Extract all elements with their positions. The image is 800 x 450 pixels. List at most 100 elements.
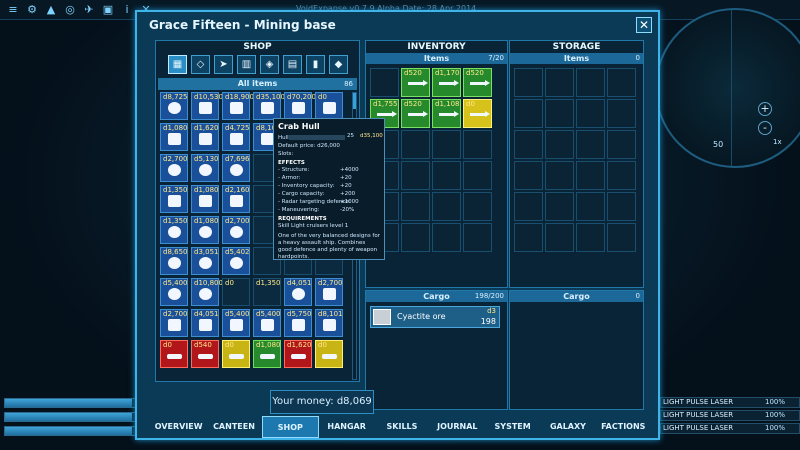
radar-zoom-out-button[interactable]: - bbox=[758, 121, 772, 135]
storage-slot[interactable] bbox=[607, 223, 636, 252]
shop-item[interactable]: d5,400 bbox=[253, 309, 281, 337]
info-icon[interactable]: i bbox=[120, 3, 134, 17]
shop-item[interactable]: d0 bbox=[160, 340, 188, 368]
radar-zoom-in-button[interactable]: + bbox=[758, 102, 772, 116]
shop-item[interactable]: d1,620 bbox=[284, 340, 312, 368]
tab-system[interactable]: SYSTEM bbox=[485, 416, 540, 438]
shop-item[interactable]: d8,650 bbox=[160, 247, 188, 275]
shop-item[interactable]: d2,700 bbox=[315, 278, 343, 306]
shop-item[interactable]: d5,400 bbox=[222, 309, 250, 337]
shield-icon[interactable]: ◈ bbox=[260, 55, 279, 74]
inventory-slot[interactable] bbox=[432, 223, 461, 252]
shop-item[interactable]: d5,130 bbox=[191, 154, 219, 182]
ammo-icon[interactable]: ▮ bbox=[306, 55, 325, 74]
shop-item[interactable]: d3,051 bbox=[191, 247, 219, 275]
tab-skills[interactable]: SKILLS bbox=[374, 416, 429, 438]
inventory-slot[interactable]: d0 bbox=[463, 99, 492, 128]
inventory-slot[interactable]: d520 bbox=[463, 68, 492, 97]
inventory-slot[interactable] bbox=[432, 161, 461, 190]
shop-scrollbar-thumb[interactable] bbox=[353, 93, 356, 109]
shop-item[interactable]: d0 bbox=[315, 92, 343, 120]
storage-slot[interactable] bbox=[607, 192, 636, 221]
shop-item[interactable]: d10,800 bbox=[191, 278, 223, 306]
storage-slot[interactable] bbox=[607, 161, 636, 190]
target-icon[interactable]: ◎ bbox=[63, 3, 77, 17]
shop-item[interactable]: d5,750 bbox=[284, 309, 312, 337]
storage-slot[interactable] bbox=[545, 68, 574, 97]
shop-item[interactable]: d5,402 bbox=[222, 247, 250, 275]
tab-shop[interactable]: SHOP bbox=[261, 416, 319, 438]
storage-slot[interactable] bbox=[607, 68, 636, 97]
tab-overview[interactable]: OVERVIEW bbox=[151, 416, 206, 438]
storage-slot[interactable] bbox=[576, 161, 605, 190]
storage-slot[interactable] bbox=[514, 192, 543, 221]
misc-icon[interactable]: ◆ bbox=[329, 55, 348, 74]
inventory-slot[interactable] bbox=[370, 68, 399, 97]
storage-slot[interactable] bbox=[576, 130, 605, 159]
storage-slot[interactable] bbox=[514, 223, 543, 252]
inventory-slot[interactable] bbox=[463, 161, 492, 190]
storage-slot[interactable] bbox=[607, 130, 636, 159]
grid-icon[interactable]: ▦ bbox=[168, 55, 187, 74]
storage-slot[interactable] bbox=[607, 99, 636, 128]
inventory-slot[interactable] bbox=[432, 192, 461, 221]
map-icon[interactable]: ▲ bbox=[44, 3, 58, 17]
shop-item[interactable]: d1,350 bbox=[253, 278, 281, 306]
shop-item[interactable]: d18,900 bbox=[222, 92, 254, 120]
inventory-slot[interactable] bbox=[401, 223, 430, 252]
shop-item[interactable]: d0 bbox=[315, 340, 343, 368]
shop-item[interactable]: d2,700 bbox=[160, 309, 188, 337]
settings-icon[interactable]: ⚙ bbox=[25, 3, 39, 17]
shop-item[interactable]: d4,051 bbox=[284, 278, 312, 306]
weapon-slot[interactable]: LIGHT PULSE LASER 100% bbox=[660, 397, 800, 408]
inventory-slot[interactable]: d520 bbox=[401, 68, 430, 97]
inventory-slot[interactable] bbox=[401, 161, 430, 190]
storage-slot[interactable] bbox=[514, 130, 543, 159]
shop-item[interactable]: d540 bbox=[191, 340, 219, 368]
shop-item[interactable]: d1,350 bbox=[160, 216, 188, 244]
storage-slot[interactable] bbox=[545, 130, 574, 159]
storage-slot[interactable] bbox=[514, 68, 543, 97]
tab-canteen[interactable]: CANTEEN bbox=[206, 416, 261, 438]
storage-slot[interactable] bbox=[576, 192, 605, 221]
shop-item[interactable]: d1,080 bbox=[160, 123, 188, 151]
tab-journal[interactable]: JOURNAL bbox=[430, 416, 485, 438]
storage-slot[interactable] bbox=[545, 192, 574, 221]
weapon-slot[interactable]: LIGHT PULSE LASER 100% bbox=[660, 423, 800, 434]
inventory-slot[interactable]: d520 bbox=[401, 99, 430, 128]
shop-item[interactable]: d35,100 bbox=[253, 92, 285, 120]
engine-icon[interactable]: ▥ bbox=[237, 55, 256, 74]
weapon-slot[interactable]: LIGHT PULSE LASER 100% bbox=[660, 410, 800, 421]
ship-icon[interactable]: ✈ bbox=[82, 3, 96, 17]
shop-item[interactable]: d0 bbox=[222, 278, 250, 306]
tab-galaxy[interactable]: GALAXY bbox=[540, 416, 595, 438]
storage-slot[interactable] bbox=[576, 223, 605, 252]
inventory-slot[interactable] bbox=[463, 130, 492, 159]
storage-slot[interactable] bbox=[545, 161, 574, 190]
inventory-slot[interactable] bbox=[463, 192, 492, 221]
storage-slot[interactable] bbox=[545, 223, 574, 252]
storage-slot[interactable] bbox=[545, 99, 574, 128]
menu-icon[interactable]: ≡ bbox=[6, 3, 20, 17]
weapon-icon[interactable]: ➤ bbox=[214, 55, 233, 74]
inventory-slot[interactable] bbox=[432, 130, 461, 159]
storage-slot[interactable] bbox=[514, 99, 543, 128]
inventory-slot[interactable]: d1,170 bbox=[432, 68, 461, 97]
shop-item[interactable]: d8,725 bbox=[160, 92, 188, 120]
shop-item[interactable]: d1,620 bbox=[191, 123, 219, 151]
inventory-slot[interactable]: d1,108 bbox=[432, 99, 461, 128]
shop-item[interactable]: d0 bbox=[222, 340, 250, 368]
shop-item[interactable]: d7,696 bbox=[222, 154, 250, 182]
shop-item[interactable]: d1,080 bbox=[191, 185, 219, 213]
shop-item[interactable]: d2,700 bbox=[222, 216, 250, 244]
shop-item[interactable]: d8,101 bbox=[315, 309, 343, 337]
close-button[interactable]: ✕ bbox=[636, 17, 652, 33]
shop-item[interactable]: d1,350 bbox=[160, 185, 188, 213]
inventory-slot[interactable] bbox=[401, 192, 430, 221]
storage-slot[interactable] bbox=[576, 99, 605, 128]
shop-item[interactable]: d5,400 bbox=[160, 278, 188, 306]
tab-factions[interactable]: FACTIONS bbox=[596, 416, 651, 438]
shop-item[interactable]: d4,725 bbox=[222, 123, 250, 151]
inventory-slot[interactable] bbox=[463, 223, 492, 252]
shop-item[interactable]: d4,051 bbox=[191, 309, 219, 337]
